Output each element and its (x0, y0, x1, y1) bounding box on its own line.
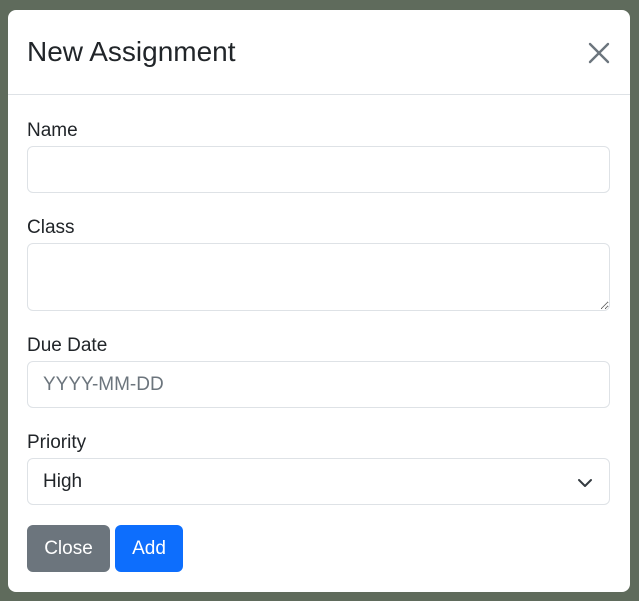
class-textarea[interactable] (27, 243, 610, 311)
priority-label: Priority (27, 432, 87, 453)
priority-selected-value: High (43, 471, 83, 492)
due-date-input[interactable] (27, 361, 610, 408)
class-label: Class (27, 217, 75, 238)
new-assignment-modal: New Assignment Name Class Due Date Prior… (8, 10, 630, 592)
add-button[interactable]: Add (115, 525, 183, 572)
close-x-icon[interactable] (587, 41, 611, 65)
chevron-down-icon (577, 476, 593, 494)
modal-header: New Assignment (8, 10, 630, 95)
modal-title: New Assignment (27, 36, 236, 67)
name-input[interactable] (27, 146, 610, 193)
name-label: Name (27, 120, 78, 141)
priority-select[interactable]: High (27, 458, 610, 505)
close-button[interactable]: Close (27, 525, 110, 572)
due-date-label: Due Date (27, 335, 108, 356)
